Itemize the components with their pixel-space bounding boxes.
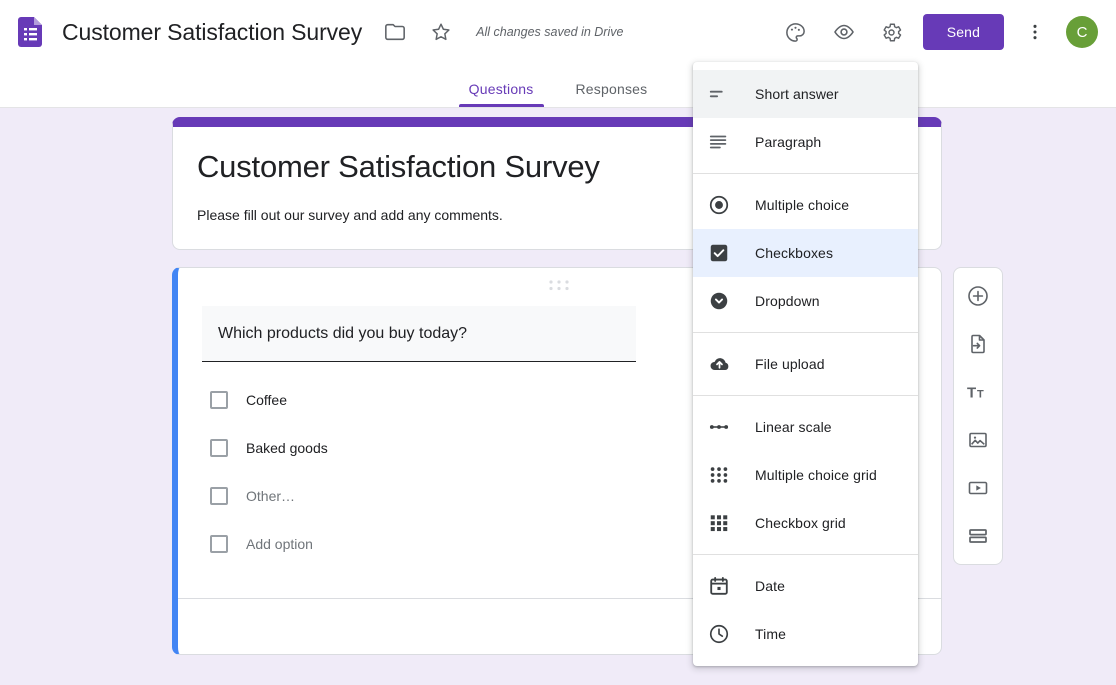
add-section-button[interactable] [958, 516, 998, 556]
save-status: All changes saved in Drive [476, 25, 623, 39]
menu-label: Paragraph [755, 134, 821, 150]
add-image-button[interactable] [958, 420, 998, 460]
move-to-folder-button[interactable] [378, 15, 412, 49]
svg-text:T: T [977, 389, 984, 401]
checkbox-icon [210, 439, 228, 457]
avatar[interactable]: C [1066, 16, 1098, 48]
menu-label: Date [755, 578, 785, 594]
menu-item-dropdown[interactable]: Dropdown [693, 277, 918, 325]
checkbox-icon [707, 241, 731, 265]
menu-label: Checkboxes [755, 245, 833, 261]
section-icon [966, 524, 990, 548]
menu-item-checkbox-grid[interactable]: Checkbox grid [693, 499, 918, 547]
menu-divider [693, 554, 918, 555]
svg-text:T: T [967, 385, 976, 402]
menu-label: Multiple choice [755, 197, 849, 213]
menu-item-date[interactable]: Date [693, 562, 918, 610]
cloud-upload-icon [707, 352, 731, 376]
menu-label: Multiple choice grid [755, 467, 877, 483]
menu-item-multiple-choice[interactable]: Multiple choice [693, 181, 918, 229]
send-button[interactable]: Send [923, 14, 1004, 50]
menu-label: Short answer [755, 86, 839, 102]
menu-divider [693, 173, 918, 174]
image-icon [966, 428, 990, 452]
menu-item-paragraph[interactable]: Paragraph [693, 118, 918, 166]
menu-label: File upload [755, 356, 825, 372]
add-circle-icon [966, 284, 990, 308]
question-title-input[interactable]: Which products did you buy today? [202, 306, 636, 362]
more-options-button[interactable] [1018, 15, 1052, 49]
menu-label: Checkbox grid [755, 515, 846, 531]
dropdown-arrow-icon [707, 289, 731, 313]
gear-icon [880, 21, 903, 44]
short-answer-icon [707, 82, 731, 106]
drag-handle-icon[interactable] [546, 278, 574, 292]
menu-item-multiple-choice-grid[interactable]: Multiple choice grid [693, 451, 918, 499]
menu-divider [693, 332, 918, 333]
clock-icon [707, 622, 731, 646]
question-tools-toolbar: T T [953, 267, 1003, 565]
menu-label: Dropdown [755, 293, 820, 309]
linear-scale-icon [707, 415, 731, 439]
radio-button-icon [707, 193, 731, 217]
menu-item-file-upload[interactable]: File upload [693, 340, 918, 388]
add-option-label[interactable]: Add option [246, 536, 313, 552]
checkbox-grid-icon [707, 511, 731, 535]
document-title[interactable]: Customer Satisfaction Survey [62, 19, 362, 46]
menu-item-checkboxes[interactable]: Checkboxes [693, 229, 918, 277]
import-questions-icon [966, 332, 990, 356]
menu-item-time[interactable]: Time [693, 610, 918, 658]
menu-label: Time [755, 626, 786, 642]
top-bar: Customer Satisfaction Survey All changes… [0, 0, 1116, 64]
settings-button[interactable] [875, 15, 909, 49]
menu-divider [693, 395, 918, 396]
question-title-text: Which products did you buy today? [218, 325, 467, 343]
app-root: Customer Satisfaction Survey All changes… [0, 0, 1116, 685]
preview-button[interactable] [827, 15, 861, 49]
calendar-icon [707, 574, 731, 598]
star-button[interactable] [424, 15, 458, 49]
option-label[interactable]: Baked goods [246, 440, 328, 456]
menu-label: Linear scale [755, 419, 832, 435]
menu-item-short-answer[interactable]: Short answer [693, 70, 918, 118]
palette-icon [784, 21, 807, 44]
option-label-other[interactable]: Other… [246, 488, 295, 504]
customize-theme-button[interactable] [779, 15, 813, 49]
google-forms-logo [18, 17, 44, 47]
video-icon [966, 476, 990, 500]
question-type-menu: Short answer Paragraph Multiple choice [693, 62, 918, 666]
paragraph-icon [707, 130, 731, 154]
top-bar-actions: Send C [779, 14, 1102, 50]
add-title-button[interactable]: T T [958, 372, 998, 412]
import-questions-button[interactable] [958, 324, 998, 364]
tab-responses[interactable]: Responses [566, 81, 658, 107]
checkbox-icon [210, 535, 228, 553]
eye-icon [832, 20, 856, 44]
more-vert-icon [1025, 22, 1045, 42]
option-label[interactable]: Coffee [246, 392, 287, 408]
tab-questions[interactable]: Questions [459, 81, 544, 107]
star-icon [430, 21, 452, 43]
form-canvas: Customer Satisfaction Survey Please fill… [0, 109, 1116, 685]
title-text-icon: T T [966, 380, 990, 404]
folder-icon [384, 21, 406, 43]
checkbox-icon [210, 391, 228, 409]
tab-bar: Questions Responses [0, 64, 1116, 108]
add-question-button[interactable] [958, 276, 998, 316]
add-video-button[interactable] [958, 468, 998, 508]
radio-grid-icon [707, 463, 731, 487]
checkbox-icon [210, 487, 228, 505]
menu-item-linear-scale[interactable]: Linear scale [693, 403, 918, 451]
